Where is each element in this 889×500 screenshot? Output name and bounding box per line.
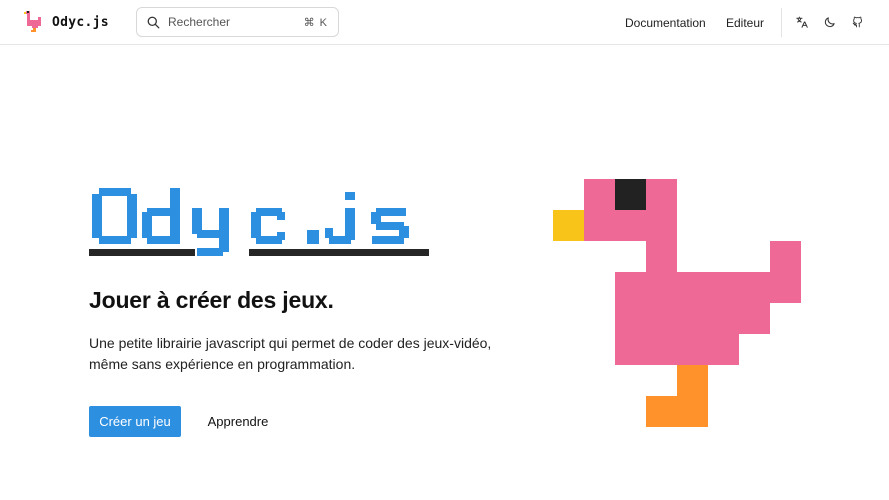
github-button[interactable] (850, 14, 866, 30)
pixel-duck-illustration (553, 179, 801, 427)
github-icon (852, 16, 862, 28)
search-icon (147, 16, 160, 28)
search-placeholder: Rechercher (168, 15, 231, 29)
hero-description: Une petite librairie javascript qui perm… (89, 335, 492, 372)
nav-link-documentation[interactable]: Documentation (625, 16, 706, 30)
duck-logo-icon (24, 11, 41, 32)
learn-link[interactable]: Apprendre (198, 406, 278, 437)
brand-name: Odyc.js (52, 14, 109, 30)
search-input[interactable]: Rechercher ⌘ K (136, 7, 339, 37)
language-button[interactable] (794, 14, 810, 30)
hero-title: Jouer à créer des jeux. (89, 287, 334, 313)
nav-divider (781, 8, 782, 37)
translate-icon (796, 16, 808, 28)
nav-item-documentation[interactable]: Documentation (625, 0, 706, 45)
nav-link-editeur[interactable]: Editeur (726, 16, 764, 30)
create-game-button[interactable]: Créer un jeu (89, 406, 181, 437)
theme-toggle-button[interactable] (822, 14, 838, 30)
odycjs-pixel-logo (89, 188, 429, 256)
search-shortcut-hint: ⌘ K (303, 16, 328, 29)
nav-item-editeur[interactable]: Editeur (726, 0, 764, 45)
top-navbar: Odyc.js Rechercher ⌘ K Documentation Edi… (0, 0, 889, 45)
moon-icon (824, 17, 835, 28)
brand-link[interactable]: Odyc.js (22, 10, 109, 34)
